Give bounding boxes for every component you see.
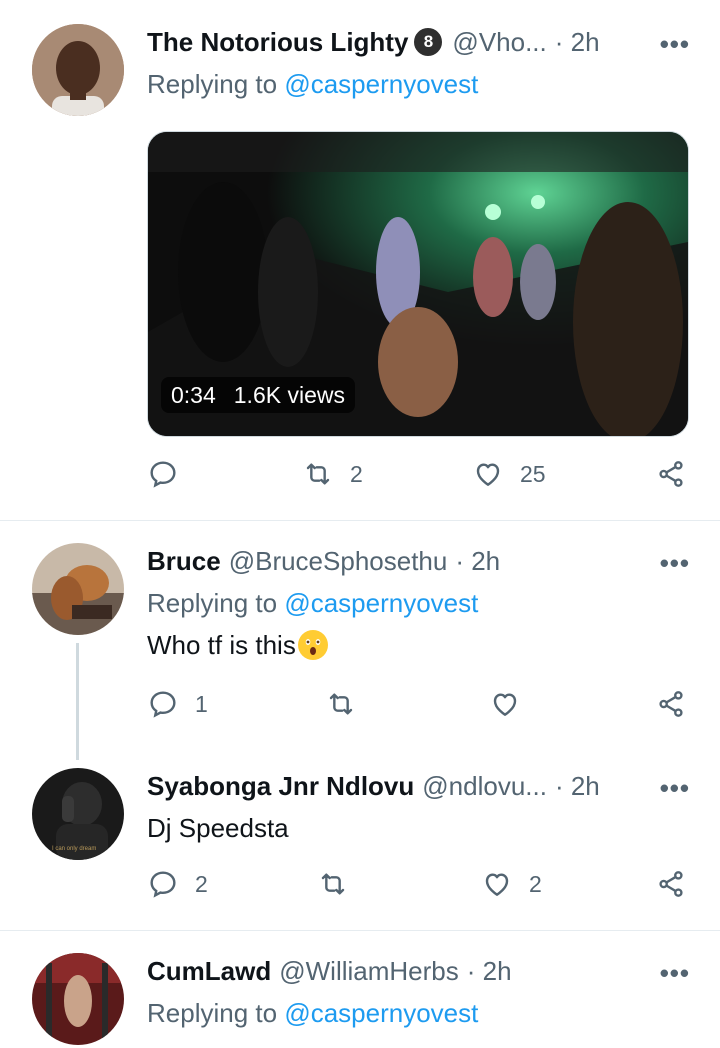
reply-icon xyxy=(150,461,176,488)
action-bar: 2 25 xyxy=(0,458,720,498)
like-count: 2 xyxy=(529,870,542,897)
share-button[interactable] xyxy=(655,868,687,900)
display-name[interactable]: CumLawd xyxy=(147,955,271,987)
share-icon xyxy=(659,691,683,717)
display-name[interactable]: Bruce xyxy=(147,545,221,577)
reply-button[interactable]: 1 xyxy=(147,688,208,720)
retweet-button[interactable]: 2 xyxy=(302,458,363,490)
reply-button[interactable]: 2 xyxy=(147,868,208,900)
avatar[interactable] xyxy=(32,24,124,116)
timestamp[interactable]: · 2h xyxy=(555,770,600,802)
action-bar: 1 xyxy=(0,688,720,728)
display-name[interactable]: Syabonga Jnr Ndlovu xyxy=(147,770,414,802)
retweet-button[interactable] xyxy=(317,868,349,900)
replying-to: Replying to @caspernyovest xyxy=(147,997,478,1029)
heart-icon xyxy=(493,693,517,716)
handle[interactable]: @ndlovu... xyxy=(422,770,547,802)
mention-link[interactable]: @caspernyovest xyxy=(284,588,478,618)
more-options-icon[interactable]: ••• xyxy=(660,547,690,579)
like-count: 25 xyxy=(520,460,546,487)
like-button[interactable] xyxy=(489,688,521,720)
heart-icon xyxy=(485,873,509,896)
video-duration: 0:34 xyxy=(171,382,216,408)
mention-link[interactable]: @caspernyovest xyxy=(284,998,478,1028)
reply-icon xyxy=(150,871,176,898)
replying-prefix: Replying to xyxy=(147,69,285,99)
video-info-badge: 0:34 1.6K views xyxy=(161,377,355,413)
tweet-header: The Notorious Lighty 8 @Vho... · 2h xyxy=(147,26,630,58)
replying-to: Replying to @caspernyovest xyxy=(147,68,478,100)
reply-count: 1 xyxy=(195,690,208,717)
handle[interactable]: @WilliamHerbs xyxy=(279,955,459,987)
retweet-icon xyxy=(321,873,345,895)
timestamp[interactable]: · 2h xyxy=(455,545,500,577)
share-button[interactable] xyxy=(655,688,687,720)
timestamp[interactable]: · 2h xyxy=(555,26,600,58)
avatar[interactable] xyxy=(32,953,124,1045)
reply-icon xyxy=(150,691,176,718)
share-button[interactable] xyxy=(655,458,687,490)
replying-to: Replying to @caspernyovest xyxy=(147,587,478,619)
avatar[interactable]: I can only dream xyxy=(32,768,124,860)
video-views: 1.6K views xyxy=(233,382,345,408)
tweet-text: Dj Speedsta xyxy=(147,812,289,844)
tweet-body: Who tf is this xyxy=(147,630,296,660)
tweet-2[interactable]: Bruce @BruceSphosethu · 2h ••• Replying … xyxy=(0,521,720,751)
like-button[interactable]: 2 xyxy=(481,868,542,900)
more-options-icon[interactable]: ••• xyxy=(660,28,690,60)
tweet-body: Dj Speedsta xyxy=(147,813,289,843)
like-button[interactable]: 25 xyxy=(472,458,546,490)
timestamp[interactable]: · 2h xyxy=(467,955,512,987)
heart-icon xyxy=(476,463,500,486)
tweet-header: CumLawd @WilliamHerbs · 2h xyxy=(147,955,630,987)
mention-link[interactable]: @caspernyovest xyxy=(284,69,478,99)
thread-connector xyxy=(76,643,79,760)
share-icon xyxy=(659,871,683,897)
action-bar: 2 2 xyxy=(0,868,720,908)
tweet-4[interactable]: CumLawd @WilliamHerbs · 2h ••• Replying … xyxy=(0,931,720,1048)
tweet-header: Bruce @BruceSphosethu · 2h xyxy=(147,545,630,577)
replying-prefix: Replying to xyxy=(147,998,285,1028)
handle[interactable]: @Vho... xyxy=(452,26,546,58)
display-name[interactable]: The Notorious Lighty xyxy=(147,26,408,58)
tweet-3[interactable]: I can only dream Syabonga Jnr Ndlovu @nd… xyxy=(0,752,720,930)
avatar-caption: I can only dream xyxy=(52,846,97,852)
tweet-header: Syabonga Jnr Ndlovu @ndlovu... · 2h xyxy=(147,770,630,802)
share-icon xyxy=(659,461,683,487)
reply-button[interactable] xyxy=(147,458,195,490)
handle[interactable]: @BruceSphosethu xyxy=(229,545,448,577)
replying-prefix: Replying to xyxy=(147,588,285,618)
retweet-count: 2 xyxy=(350,460,363,487)
retweet-icon xyxy=(306,463,330,485)
more-options-icon[interactable]: ••• xyxy=(660,957,690,989)
tweet-text: Who tf is this xyxy=(147,629,328,661)
retweet-icon xyxy=(329,693,353,715)
tweet-1[interactable]: The Notorious Lighty 8 @Vho... · 2h ••• … xyxy=(0,0,720,520)
reply-count: 2 xyxy=(195,870,208,897)
astonished-face-icon xyxy=(297,630,328,660)
retweet-button[interactable] xyxy=(325,688,357,720)
avatar[interactable] xyxy=(32,543,124,635)
more-options-icon[interactable]: ••• xyxy=(660,772,690,804)
eight-ball-icon: 8 xyxy=(412,26,445,58)
